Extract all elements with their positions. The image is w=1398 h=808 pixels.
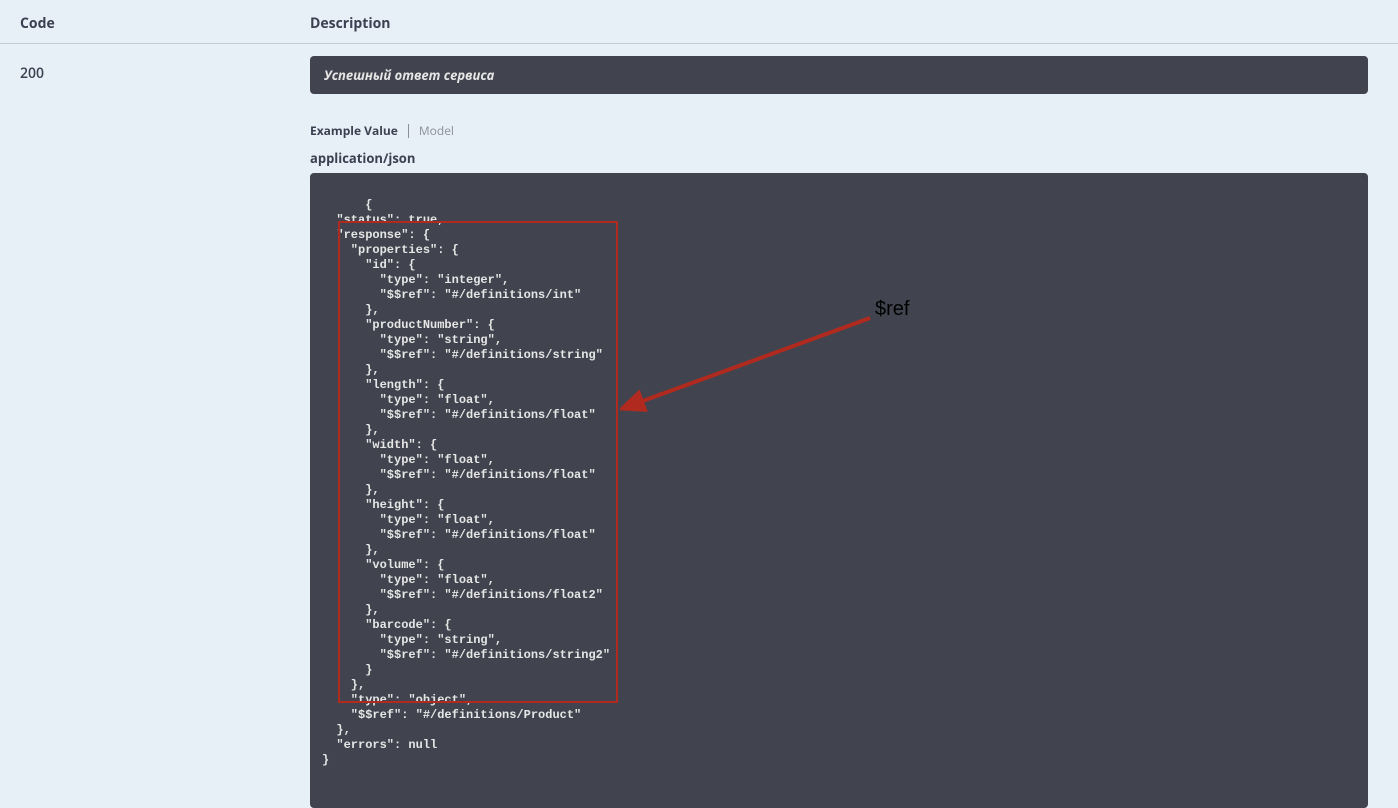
content-type-label: application/json — [310, 149, 1368, 167]
response-summary-banner: Успешный ответ сервиса — [310, 56, 1368, 94]
response-code: 200 — [20, 56, 310, 808]
responses-table-header: Code Description — [0, 0, 1398, 44]
response-description-column: Успешный ответ сервиса Example Value Mod… — [310, 56, 1378, 808]
json-body: { "status": true, "response": { "propert… — [322, 198, 610, 767]
header-code: Code — [20, 14, 310, 33]
response-row: 200 Успешный ответ сервиса Example Value… — [0, 44, 1398, 808]
tab-example-value[interactable]: Example Value — [310, 122, 398, 139]
tab-model[interactable]: Model — [419, 122, 454, 139]
response-example-code[interactable]: { "status": true, "response": { "propert… — [310, 173, 1368, 808]
header-description: Description — [310, 14, 1378, 33]
example-tabs: Example Value Model — [310, 122, 1368, 139]
tab-separator — [408, 124, 409, 138]
